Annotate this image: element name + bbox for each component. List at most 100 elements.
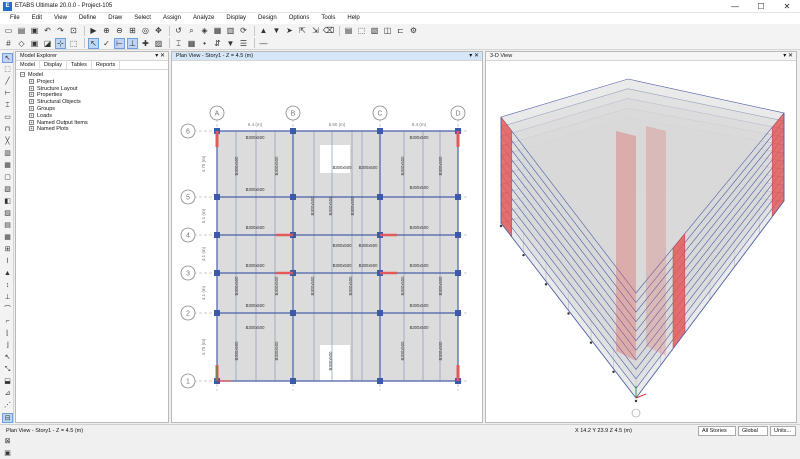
stories-dropdown[interactable]: All Stories: [698, 426, 736, 436]
menu-file[interactable]: File: [4, 13, 26, 24]
panel-pin-close-icon[interactable]: ▾ ✕: [155, 52, 165, 61]
explorer-tab-tables[interactable]: Tables: [67, 61, 92, 69]
tree-node[interactable]: + Project: [20, 79, 168, 86]
draw-tool-icon[interactable]: ▧: [2, 185, 13, 195]
ruler-icon[interactable]: ⊏: [395, 25, 406, 36]
column[interactable]: [214, 270, 220, 276]
expand-toggle-icon[interactable]: +: [29, 112, 34, 118]
plan-view-icon[interactable]: ▦: [212, 25, 223, 36]
tree-node[interactable]: + Properties: [20, 92, 168, 99]
lock-icon[interactable]: ⊡: [68, 25, 79, 36]
expand-toggle-icon[interactable]: +: [29, 126, 34, 132]
draw-tool-icon[interactable]: ⌐: [2, 317, 13, 327]
expand-toggle-icon[interactable]: +: [29, 99, 34, 105]
deselect-icon[interactable]: ⇱: [297, 25, 308, 36]
column[interactable]: [455, 310, 461, 316]
draw-tool-icon[interactable]: ▢: [2, 173, 13, 183]
coord-system-dropdown[interactable]: Global: [738, 426, 768, 436]
draw-tool-icon[interactable]: ⊟: [2, 413, 13, 423]
draw-tool-icon[interactable]: ⤡: [2, 365, 13, 375]
draw-tool-icon[interactable]: ⌒: [2, 305, 13, 315]
expand-toggle-icon[interactable]: +: [29, 119, 34, 125]
expand-toggle-icon[interactable]: +: [29, 78, 34, 84]
draw-tool-icon[interactable]: ⊓: [2, 125, 13, 135]
draw-tool-icon[interactable]: ⌊: [2, 329, 13, 339]
check-icon[interactable]: ✓: [101, 38, 112, 49]
display-icon[interactable]: ▤: [343, 25, 354, 36]
menu-draw[interactable]: Draw: [102, 13, 128, 24]
zoom-all-icon[interactable]: ◎: [140, 25, 151, 36]
column[interactable]: [214, 310, 220, 316]
3d-shear-wall[interactable]: [771, 112, 785, 218]
save-icon[interactable]: ▣: [29, 25, 40, 36]
draw-tool-icon[interactable]: ▦: [2, 161, 13, 171]
display-table-icon[interactable]: ☰: [238, 38, 249, 49]
expand-toggle-icon[interactable]: −: [20, 72, 25, 78]
expand-toggle-icon[interactable]: +: [29, 106, 34, 112]
column[interactable]: [455, 194, 461, 200]
draw-tool-icon[interactable]: ▭: [2, 113, 13, 123]
tree-node[interactable]: + Structure Layout: [20, 86, 168, 93]
zoom-window-icon[interactable]: ⊞: [127, 25, 138, 36]
open-icon[interactable]: ▤: [16, 25, 27, 36]
draw-tool-icon[interactable]: ⌇: [2, 257, 13, 267]
draw-tool-icon[interactable]: ⬓: [2, 377, 13, 387]
plan-drawing[interactable]: A B C D 6 5 4 3 2 1 6.4 (m) 5.60 (m) 6.4 (m) 4.75 (m)…: [172, 61, 482, 422]
tree-node[interactable]: − Model: [20, 72, 168, 79]
column[interactable]: [377, 378, 383, 384]
draw-tool-icon[interactable]: ⌋: [2, 341, 13, 351]
grid-icon[interactable]: #: [3, 38, 14, 49]
select-all-icon[interactable]: ⬚: [68, 38, 79, 49]
snap-ends-icon[interactable]: ⊢: [114, 37, 125, 49]
menu-options[interactable]: Options: [283, 13, 316, 24]
rubber-zoom-icon[interactable]: ⌕: [186, 25, 197, 36]
column[interactable]: [290, 194, 296, 200]
snap-mid-icon[interactable]: ⊥: [127, 37, 138, 49]
draw-tool-icon[interactable]: ⊿: [2, 389, 13, 399]
maximize-button[interactable]: ☐: [748, 0, 774, 13]
3d-shear-wall[interactable]: [500, 116, 512, 238]
menu-display[interactable]: Display: [220, 13, 252, 24]
column[interactable]: [214, 194, 220, 200]
zoom-prev-icon[interactable]: ↺: [173, 25, 184, 36]
tree-node[interactable]: + Loads: [20, 113, 168, 120]
run-icon[interactable]: ▶: [88, 25, 99, 36]
snap-intersect-icon[interactable]: ✚: [140, 38, 151, 49]
draw-tool-icon[interactable]: ⬚: [2, 65, 13, 75]
menu-analyze[interactable]: Analyze: [187, 13, 220, 24]
draw-tool-icon[interactable]: ▥: [2, 149, 13, 159]
draw-tool-icon[interactable]: ⋰: [2, 401, 13, 411]
draw-tool-icon[interactable]: ╱: [2, 77, 13, 87]
joint-icon[interactable]: •: [199, 38, 210, 49]
3d-view-window[interactable]: 3-D View ▾ ✕: [485, 51, 797, 423]
undo-icon[interactable]: ↶: [42, 25, 53, 36]
select-icon[interactable]: ➤: [284, 25, 295, 36]
menu-design[interactable]: Design: [252, 13, 283, 24]
filter-icon[interactable]: ▼: [225, 38, 236, 49]
draw-tool-icon[interactable]: ↖: [2, 53, 13, 63]
plan-view-window[interactable]: Plan View - Story1 - Z = 4.5 (m) ▾ ✕ A B C…: [171, 51, 483, 423]
column[interactable]: [455, 270, 461, 276]
down-icon[interactable]: ▼: [271, 25, 282, 36]
menu-assign[interactable]: Assign: [157, 13, 187, 24]
menu-tools[interactable]: Tools: [315, 13, 341, 24]
draw-tool-icon[interactable]: ↕: [2, 281, 13, 291]
object-fill-icon[interactable]: ▧: [369, 25, 380, 36]
get-previous-icon[interactable]: ⇲: [310, 25, 321, 36]
options-icon[interactable]: ⚙: [408, 25, 419, 36]
cursor-icon[interactable]: ↖: [88, 37, 99, 49]
shell-icon[interactable]: ▦: [186, 38, 197, 49]
frame-icon[interactable]: ⌶: [173, 38, 184, 49]
explorer-tab-model[interactable]: Model: [16, 61, 40, 69]
3d-shear-wall[interactable]: [672, 233, 686, 350]
view-icon[interactable]: ▣: [29, 38, 40, 49]
draw-tool-icon[interactable]: ↖: [2, 353, 13, 363]
perspective-icon[interactable]: ◪: [42, 38, 53, 49]
tree-node[interactable]: + Structural Objects: [20, 99, 168, 106]
draw-tool-icon[interactable]: ⊥: [2, 293, 13, 303]
column[interactable]: [290, 310, 296, 316]
column[interactable]: [455, 232, 461, 238]
draw-tool-icon[interactable]: ⊞: [2, 245, 13, 255]
zoom-out-icon[interactable]: ⊖: [114, 25, 125, 36]
tree-node[interactable]: + Named Plots: [20, 126, 168, 133]
